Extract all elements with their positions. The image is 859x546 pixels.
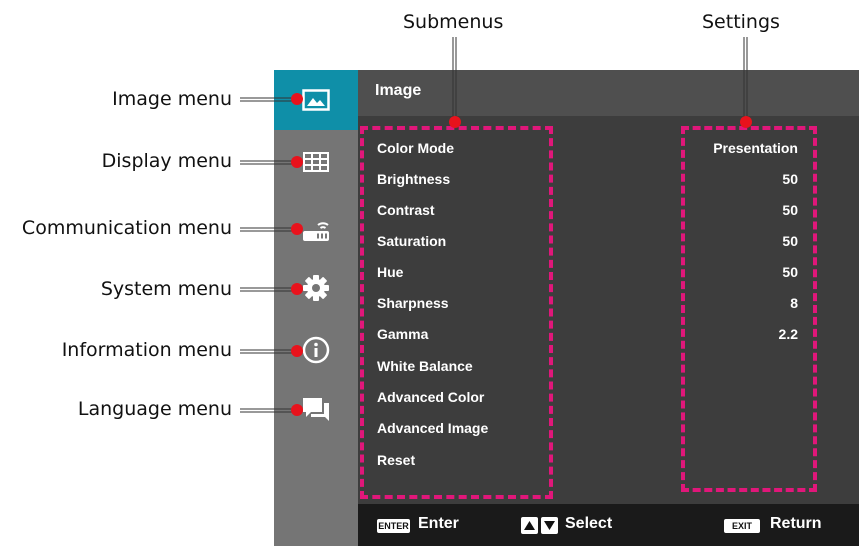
exit-key-icon: EXIT <box>724 519 760 533</box>
system-menu-annotation: System menu <box>100 278 232 300</box>
info-icon <box>302 336 330 364</box>
settings-annotation: Settings <box>702 11 780 33</box>
communication-menu-annotation: Communication menu <box>21 217 232 239</box>
panel-header: Image <box>358 70 859 116</box>
footer-bar: ENTER Enter Select EXIT Return <box>358 504 859 546</box>
sidebar-item-information[interactable] <box>274 320 358 380</box>
settings-highlight-box <box>681 126 817 492</box>
display-menu-annotation: Display menu <box>101 150 232 172</box>
select-label: Select <box>565 515 613 532</box>
page-title: Image <box>375 82 422 99</box>
image-menu-annotation: Image menu <box>112 88 232 110</box>
enter-label: Enter <box>418 515 459 532</box>
communication-icon <box>303 222 329 241</box>
sidebar-item-language[interactable] <box>274 380 358 440</box>
sidebar-item-system[interactable] <box>274 258 358 318</box>
menu-sidebar <box>274 70 358 546</box>
gear-icon <box>303 275 329 301</box>
sidebar-item-image[interactable] <box>274 70 358 130</box>
sidebar-item-display[interactable] <box>274 132 358 192</box>
information-menu-annotation: Information menu <box>61 339 232 361</box>
enter-key-icon: ENTER <box>377 519 410 533</box>
sidebar-item-communication[interactable] <box>274 200 358 260</box>
language-menu-annotation: Language menu <box>77 398 232 420</box>
submenus-highlight-box <box>360 126 553 499</box>
language-icon <box>303 398 329 421</box>
up-arrow-key-icon <box>521 517 538 534</box>
down-arrow-key-icon <box>541 517 558 534</box>
submenus-annotation: Submenus <box>403 11 504 33</box>
image-icon <box>302 89 330 111</box>
display-icon <box>303 152 329 172</box>
return-label: Return <box>770 515 822 532</box>
